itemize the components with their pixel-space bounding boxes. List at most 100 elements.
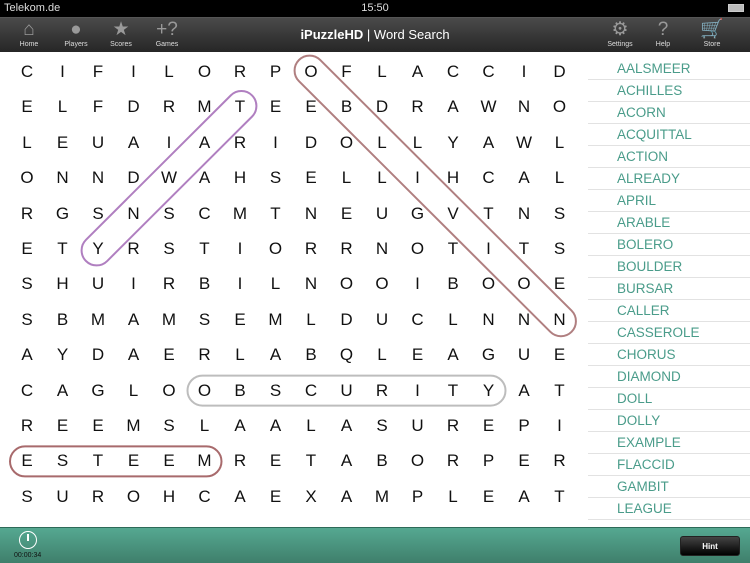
toolbar-home-button[interactable]: ⌂ Home: [9, 19, 49, 48]
grid-letter[interactable]: C: [12, 62, 42, 82]
grid-letter[interactable]: S: [190, 310, 220, 330]
grid-letter[interactable]: H: [438, 168, 468, 188]
grid-letter[interactable]: R: [332, 239, 362, 259]
grid-letter[interactable]: A: [48, 381, 78, 401]
grid-letter[interactable]: M: [190, 451, 220, 471]
grid-letter[interactable]: M: [261, 310, 291, 330]
grid-letter[interactable]: O: [332, 133, 362, 153]
grid-letter[interactable]: O: [403, 239, 433, 259]
grid-letter[interactable]: F: [332, 62, 362, 82]
grid-letter[interactable]: D: [119, 168, 149, 188]
grid-letter[interactable]: E: [509, 451, 539, 471]
grid-letter[interactable]: R: [154, 274, 184, 294]
grid-letter[interactable]: R: [225, 451, 255, 471]
grid-letter[interactable]: L: [154, 62, 184, 82]
grid-letter[interactable]: P: [509, 416, 539, 436]
grid-letter[interactable]: P: [403, 487, 433, 507]
grid-letter[interactable]: A: [225, 487, 255, 507]
grid-letter[interactable]: T: [225, 97, 255, 117]
grid-letter[interactable]: S: [545, 239, 575, 259]
grid-letter[interactable]: I: [509, 62, 539, 82]
grid-letter[interactable]: S: [261, 381, 291, 401]
grid-letter[interactable]: A: [509, 168, 539, 188]
grid-letter[interactable]: Y: [474, 381, 504, 401]
grid-letter[interactable]: Q: [332, 345, 362, 365]
grid-letter[interactable]: A: [119, 133, 149, 153]
grid-letter[interactable]: O: [261, 239, 291, 259]
grid-letter[interactable]: R: [545, 451, 575, 471]
grid-letter[interactable]: L: [332, 168, 362, 188]
grid-letter[interactable]: A: [332, 416, 362, 436]
grid-letter[interactable]: M: [119, 416, 149, 436]
grid-letter[interactable]: T: [48, 239, 78, 259]
grid-letter[interactable]: U: [332, 381, 362, 401]
grid-letter[interactable]: A: [12, 345, 42, 365]
grid-letter[interactable]: N: [509, 204, 539, 224]
grid-letter[interactable]: O: [367, 274, 397, 294]
grid-letter[interactable]: S: [12, 274, 42, 294]
grid-letter[interactable]: O: [190, 381, 220, 401]
grid-letter[interactable]: A: [403, 62, 433, 82]
grid-letter[interactable]: T: [190, 239, 220, 259]
grid-letter[interactable]: G: [474, 345, 504, 365]
grid-letter[interactable]: S: [48, 451, 78, 471]
grid-letter[interactable]: E: [119, 451, 149, 471]
grid-letter[interactable]: R: [12, 416, 42, 436]
grid-letter[interactable]: M: [225, 204, 255, 224]
grid-letter[interactable]: N: [83, 168, 113, 188]
grid-letter[interactable]: O: [190, 62, 220, 82]
grid-letter[interactable]: U: [509, 345, 539, 365]
grid-letter[interactable]: V: [438, 204, 468, 224]
toolbar-settings-button[interactable]: ⚙ Settings: [600, 19, 640, 48]
grid-letter[interactable]: B: [296, 345, 326, 365]
grid-letter[interactable]: S: [12, 487, 42, 507]
grid-letter[interactable]: A: [438, 97, 468, 117]
grid-letter[interactable]: I: [119, 274, 149, 294]
grid-letter[interactable]: R: [403, 97, 433, 117]
grid-letter[interactable]: A: [190, 133, 220, 153]
grid-letter[interactable]: R: [12, 204, 42, 224]
grid-letter[interactable]: R: [119, 239, 149, 259]
grid-letter[interactable]: O: [119, 487, 149, 507]
grid-letter[interactable]: I: [225, 274, 255, 294]
grid-letter[interactable]: B: [438, 274, 468, 294]
grid-letter[interactable]: T: [509, 239, 539, 259]
grid-letter[interactable]: D: [545, 62, 575, 82]
grid-letter[interactable]: W: [509, 133, 539, 153]
grid-letter[interactable]: B: [367, 451, 397, 471]
grid-letter[interactable]: I: [545, 416, 575, 436]
grid-letter[interactable]: R: [438, 451, 468, 471]
grid-letter[interactable]: Y: [438, 133, 468, 153]
grid-letter[interactable]: T: [438, 381, 468, 401]
grid-letter[interactable]: H: [225, 168, 255, 188]
grid-letter[interactable]: C: [438, 62, 468, 82]
grid-letter[interactable]: L: [367, 345, 397, 365]
grid-letter[interactable]: F: [83, 62, 113, 82]
grid-letter[interactable]: B: [225, 381, 255, 401]
grid-letter[interactable]: I: [119, 62, 149, 82]
grid-letter[interactable]: A: [261, 416, 291, 436]
grid-letter[interactable]: D: [296, 133, 326, 153]
grid-letter[interactable]: N: [474, 310, 504, 330]
grid-letter[interactable]: A: [474, 133, 504, 153]
grid-letter[interactable]: O: [154, 381, 184, 401]
grid-letter[interactable]: A: [509, 381, 539, 401]
grid-letter[interactable]: W: [474, 97, 504, 117]
toolbar-players-button[interactable]: ● Players: [56, 19, 96, 48]
grid-letter[interactable]: O: [474, 274, 504, 294]
grid-letter[interactable]: E: [296, 168, 326, 188]
grid-letter[interactable]: E: [12, 239, 42, 259]
grid-letter[interactable]: I: [403, 168, 433, 188]
grid-letter[interactable]: A: [119, 345, 149, 365]
grid-letter[interactable]: S: [367, 416, 397, 436]
grid-letter[interactable]: O: [403, 451, 433, 471]
grid-letter[interactable]: E: [545, 274, 575, 294]
grid-letter[interactable]: E: [225, 310, 255, 330]
toolbar-help-button[interactable]: ? Help: [643, 19, 683, 48]
grid-letter[interactable]: P: [261, 62, 291, 82]
grid-letter[interactable]: D: [83, 345, 113, 365]
grid-letter[interactable]: E: [12, 97, 42, 117]
grid-letter[interactable]: O: [509, 274, 539, 294]
grid-letter[interactable]: F: [83, 97, 113, 117]
grid-letter[interactable]: M: [190, 97, 220, 117]
